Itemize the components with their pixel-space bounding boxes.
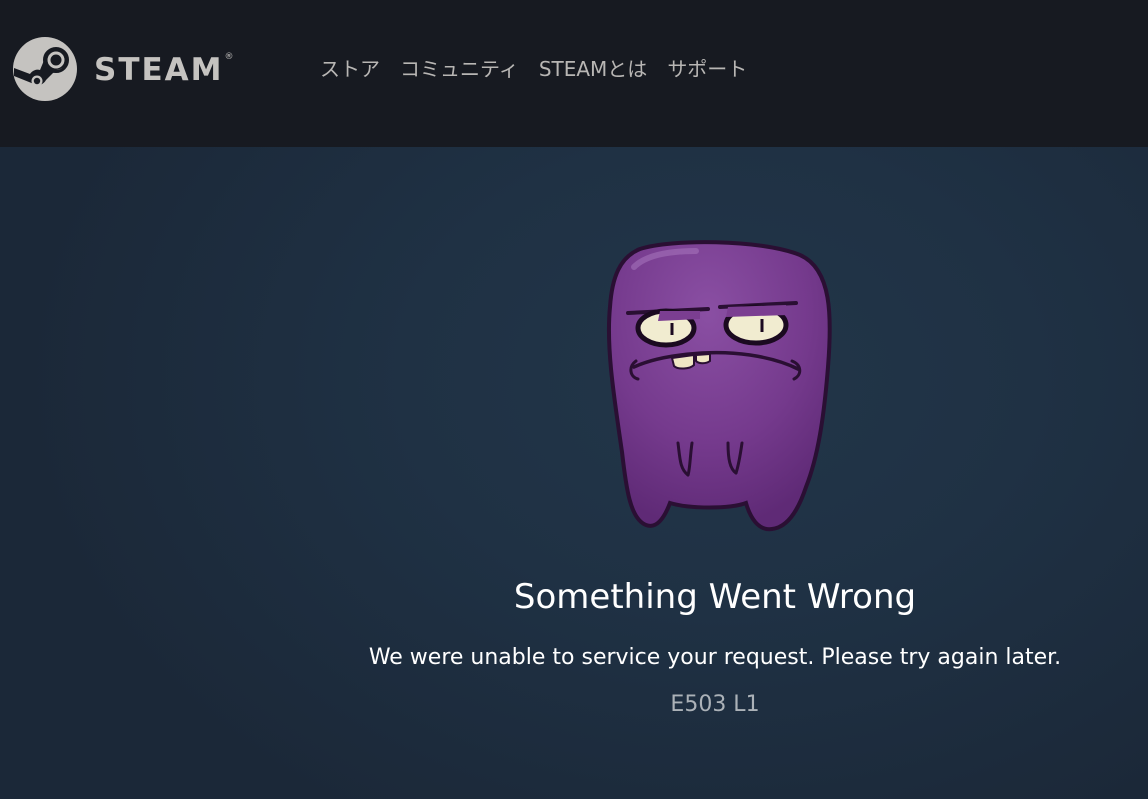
error-code: E503 L1 — [670, 692, 760, 717]
nav-store[interactable]: ストア — [320, 55, 380, 83]
steam-logo-link[interactable]: STEAM ® — [12, 36, 234, 102]
steam-logo-icon — [13, 37, 77, 101]
global-header: STEAM ® ストア コミュニティ STEAMとは サポート — [0, 0, 1148, 147]
error-title: Something Went Wrong — [513, 577, 917, 617]
error-message: We were unable to service your request. … — [368, 645, 1062, 670]
main-nav: ストア コミュニティ STEAMとは サポート — [320, 55, 767, 83]
steam-wordmark: STEAM — [94, 52, 224, 88]
purple-monster-illustration — [606, 240, 832, 532]
nav-about[interactable]: STEAMとは — [539, 55, 648, 83]
nav-community[interactable]: コミュニティ — [400, 55, 519, 83]
registered-mark: ® — [224, 52, 234, 62]
nav-support[interactable]: サポート — [667, 55, 747, 83]
